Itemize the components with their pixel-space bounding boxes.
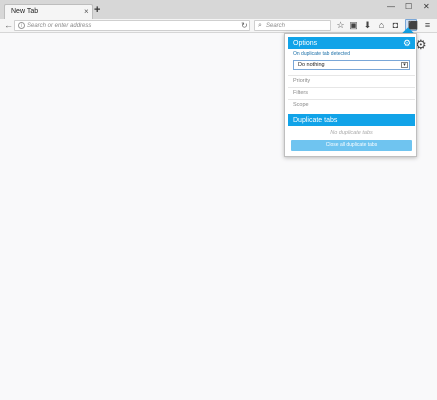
reload-icon[interactable]: ↻	[241, 21, 248, 30]
navigation-bar: ← i Search or enter address ↻ ⌕ Search ☆…	[0, 19, 437, 33]
close-all-duplicates-button[interactable]: Close all duplicate tabs	[291, 140, 412, 151]
chevron-down-icon[interactable]: ▾	[401, 62, 408, 68]
url-input[interactable]: Search or enter address	[27, 22, 91, 30]
menu-icon[interactable]: ≡	[422, 20, 433, 31]
info-icon[interactable]: i	[18, 22, 25, 29]
menu-item-filters[interactable]: Filters	[288, 87, 415, 99]
tab-title: New Tab	[11, 8, 39, 15]
title-bar: New Tab × + — ☐ ✕	[0, 0, 437, 20]
options-title: Options	[293, 40, 318, 47]
url-bar[interactable]: i Search or enter address ↻	[14, 20, 250, 31]
menu-item-priority[interactable]: Priority	[288, 75, 415, 87]
window-close-icon[interactable]: ✕	[423, 2, 430, 12]
new-tab-button[interactable]: +	[94, 5, 100, 16]
settings-icon[interactable]: ⚙	[403, 38, 411, 48]
duplicates-header: Duplicate tabs	[288, 114, 415, 126]
empty-message: No duplicate tabs	[330, 130, 373, 136]
menu-item-scope[interactable]: Scope	[288, 99, 415, 111]
tab-close-icon[interactable]: ×	[84, 7, 89, 17]
search-bar[interactable]: ⌕ Search	[254, 20, 331, 31]
back-icon[interactable]: ←	[4, 20, 13, 31]
minimize-icon[interactable]: —	[387, 2, 395, 12]
options-header: Options ⚙	[288, 37, 415, 49]
search-icon: ⌕	[258, 22, 262, 29]
download-icon[interactable]: ⬇	[362, 20, 373, 31]
pocket-icon[interactable]: ◘	[390, 20, 401, 31]
select-value: Do nothing	[298, 62, 325, 68]
home-icon[interactable]: ⌂	[376, 20, 387, 31]
search-input[interactable]: Search	[266, 22, 285, 30]
tab-new-tab[interactable]: New Tab ×	[4, 4, 93, 20]
clipboard-icon[interactable]: ▣	[348, 20, 359, 31]
detect-label: On duplicate tab detected	[293, 51, 350, 57]
extension-popup: Options ⚙ On duplicate tab detected Do n…	[284, 33, 417, 157]
star-icon[interactable]: ☆	[335, 20, 346, 31]
maximize-icon[interactable]: ☐	[405, 2, 412, 12]
duplicates-title: Duplicate tabs	[293, 117, 338, 124]
action-select[interactable]: Do nothing ▾	[293, 60, 410, 70]
